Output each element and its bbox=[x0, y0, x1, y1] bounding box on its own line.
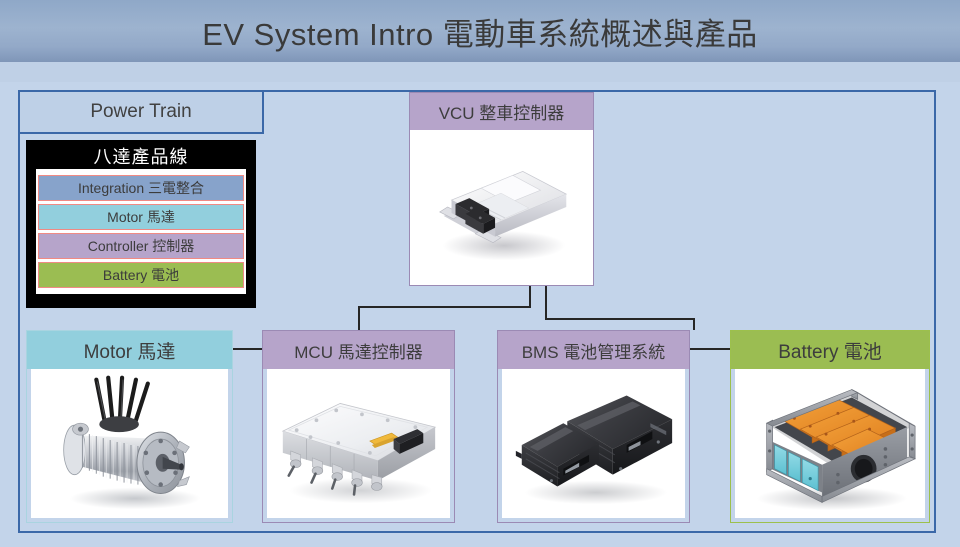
legend-row-label: Motor 馬達 bbox=[107, 209, 175, 225]
page-header: EV System Intro 電動車系統概述與產品 bbox=[0, 0, 960, 62]
card-motor-label: Motor 馬達 bbox=[83, 341, 176, 363]
header-underline-band bbox=[0, 62, 960, 82]
connector-bms-drop bbox=[693, 318, 695, 330]
connector-vcu-to-bms-vertical bbox=[545, 286, 547, 319]
card-vcu[interactable]: VCU 整車控制器 bbox=[409, 92, 594, 286]
legend-row-controller[interactable]: Controller 控制器 bbox=[38, 233, 244, 259]
connector-vcu-to-mcu-vertical bbox=[529, 286, 531, 307]
page-title: EV System Intro 電動車系統概述與產品 bbox=[202, 16, 758, 52]
electric-motor-photo bbox=[63, 375, 201, 510]
card-bms-header: BMS 電池管理系統 bbox=[498, 331, 689, 369]
connector-vcu-to-mcu-horizontal bbox=[358, 306, 531, 308]
legend-row-label: Controller 控制器 bbox=[87, 238, 195, 254]
power-train-box[interactable]: Power Train bbox=[18, 90, 264, 134]
legend-row-label: Battery 電池 bbox=[102, 267, 180, 283]
card-battery-header: Battery 電池 bbox=[731, 331, 929, 369]
legend-rows: Integration 三電整合 Motor 馬達 Controller 控制器… bbox=[36, 169, 246, 294]
legend-row-label: Integration 三電整合 bbox=[77, 180, 205, 196]
card-motor[interactable]: Motor 馬達 bbox=[26, 330, 233, 523]
card-mcu[interactable]: MCU 馬達控制器 bbox=[262, 330, 455, 523]
power-train-label: Power Train bbox=[90, 101, 192, 122]
legend-row-motor[interactable]: Motor 馬達 bbox=[38, 204, 244, 230]
card-motor-image bbox=[31, 369, 228, 518]
card-mcu-label: MCU 馬達控制器 bbox=[294, 342, 423, 362]
legend-row-battery[interactable]: Battery 電池 bbox=[38, 262, 244, 288]
card-battery-label: Battery 電池 bbox=[778, 341, 882, 363]
product-line-legend: 八達產品線 Integration 三電整合 Motor 馬達 Controll… bbox=[26, 140, 256, 308]
legend-title: 八達產品線 bbox=[93, 147, 189, 167]
card-battery[interactable]: Battery 電池 bbox=[730, 330, 930, 523]
card-mcu-header: MCU 馬達控制器 bbox=[263, 331, 454, 369]
card-bms-label: BMS 電池管理系統 bbox=[521, 342, 666, 362]
card-vcu-label: VCU 整車控制器 bbox=[438, 104, 565, 123]
card-vcu-image bbox=[410, 130, 593, 285]
card-bms[interactable]: BMS 電池管理系統 bbox=[497, 330, 690, 523]
legend-row-integration[interactable]: Integration 三電整合 bbox=[38, 175, 244, 201]
connector-bms-to-battery bbox=[690, 348, 731, 350]
card-mcu-image bbox=[267, 369, 450, 518]
card-motor-header: Motor 馬達 bbox=[27, 331, 232, 369]
card-vcu-header: VCU 整車控制器 bbox=[410, 93, 593, 130]
card-bms-image bbox=[502, 369, 685, 518]
connector-mcu-drop bbox=[358, 306, 360, 330]
connector-motor-to-mcu bbox=[233, 348, 263, 350]
connector-vcu-to-bms-horizontal bbox=[545, 318, 695, 320]
motor-controller-photo bbox=[281, 403, 437, 504]
card-battery-image bbox=[735, 369, 925, 518]
bms-modules-photo bbox=[515, 395, 673, 505]
battery-pack-photo bbox=[756, 389, 917, 511]
vcu-controller-photo bbox=[439, 171, 568, 261]
